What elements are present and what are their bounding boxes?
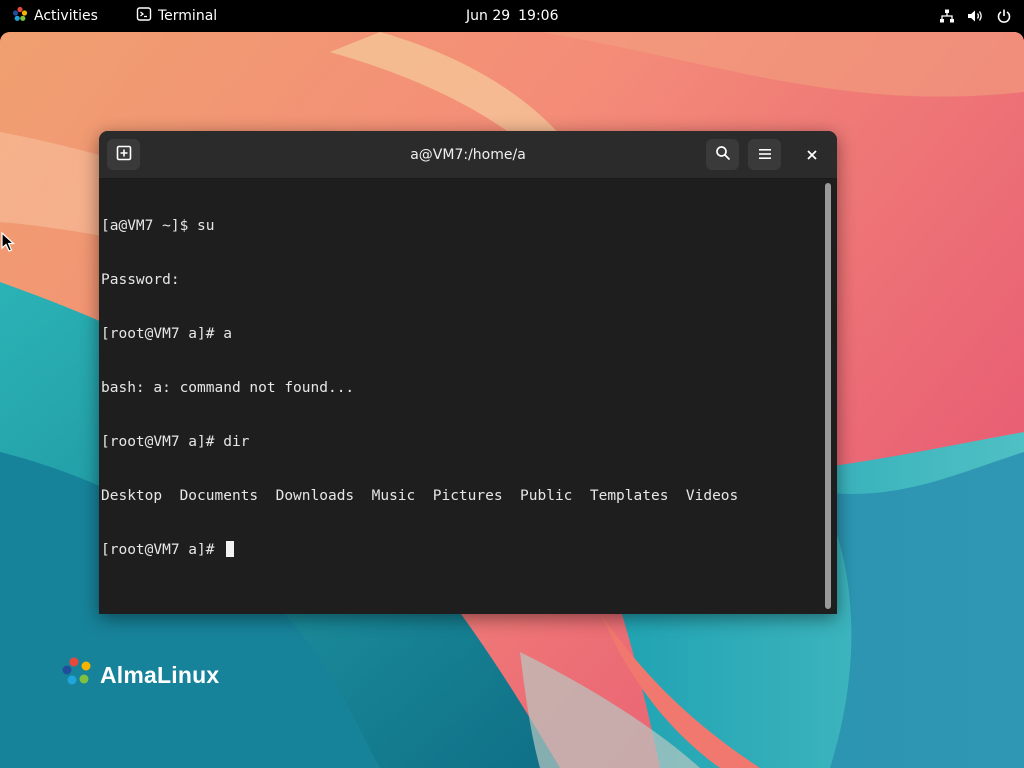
terminal-line: [root@VM7 a]# a <box>101 326 232 342</box>
app-menu-terminal[interactable]: Terminal <box>136 0 217 32</box>
search-button[interactable] <box>706 139 739 170</box>
clock[interactable]: Jun 29 19:06 <box>466 0 559 32</box>
top-bar: Activities Terminal Jun 29 19:06 <box>0 0 1024 32</box>
activities-label: Activities <box>34 8 98 24</box>
close-button[interactable] <box>799 142 825 168</box>
network-icon[interactable] <box>939 8 955 24</box>
current-prompt: [root@VM7 a]# <box>101 542 224 558</box>
terminal-line: bash: a: command not found... <box>101 380 355 396</box>
terminal-line: Password: <box>101 272 180 288</box>
search-icon <box>715 145 731 165</box>
mouse-pointer-icon <box>1 231 16 256</box>
activities-button[interactable]: Activities <box>12 0 98 32</box>
close-icon <box>806 146 818 165</box>
terminal-scrollbar[interactable] <box>823 181 833 611</box>
power-icon[interactable] <box>996 8 1012 24</box>
almalinux-logo-icon <box>62 656 96 694</box>
prompt-line[interactable]: [root@VM7 a]# <box>101 541 821 559</box>
terminal-line: [root@VM7 a]# dir <box>101 434 250 450</box>
app-name: Terminal <box>158 8 218 24</box>
clock-date: Jun 29 <box>466 8 511 24</box>
volume-icon[interactable] <box>967 8 984 24</box>
terminal-icon <box>136 6 152 26</box>
scrollbar-thumb[interactable] <box>825 183 831 609</box>
hamburger-menu-icon <box>758 145 772 164</box>
terminal-output[interactable]: [a@VM7 ~]$ su Password: [root@VM7 a]# a … <box>99 179 821 614</box>
almalinux-brand-logo: AlmaLinux <box>62 656 219 694</box>
terminal-header-bar[interactable]: a@VM7:/home/a <box>99 131 837 179</box>
terminal-line: Desktop Documents Downloads Music Pictur… <box>101 488 739 504</box>
terminal-window[interactable]: a@VM7:/home/a [a@VM7 ~]$ su Password: [r… <box>99 131 837 614</box>
system-tray[interactable] <box>939 0 1012 32</box>
text-cursor <box>226 541 235 557</box>
main-menu-button[interactable] <box>748 139 781 170</box>
terminal-line: [a@VM7 ~]$ su <box>101 218 215 234</box>
almalinux-logo-icon <box>12 6 28 26</box>
new-tab-icon <box>116 145 132 165</box>
new-tab-button[interactable] <box>107 139 140 170</box>
clock-time: 19:06 <box>518 8 559 24</box>
brand-name: AlmaLinux <box>100 661 220 688</box>
